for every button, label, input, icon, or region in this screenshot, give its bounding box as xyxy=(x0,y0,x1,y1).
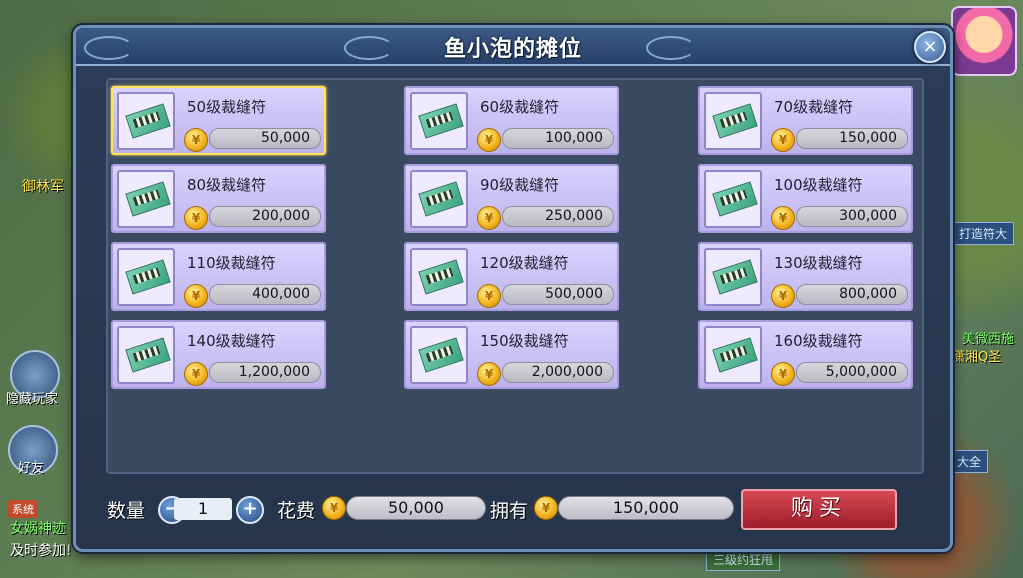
item-price: 150,000 xyxy=(796,128,908,149)
gold-coin-icon: ¥ xyxy=(477,362,501,386)
item-thumbnail xyxy=(704,92,762,150)
stall-window: 鱼小泡的摊位 × 50级裁缝符 ¥50,000 60级裁缝符 ¥100,000 70级裁… xyxy=(73,25,953,552)
item-name: 70级裁缝符 xyxy=(774,98,854,116)
quantity-input[interactable]: 1 xyxy=(174,498,232,520)
item-thumbnail xyxy=(410,170,468,228)
item-name: 160级裁缝符 xyxy=(774,332,863,350)
gold-coin-icon: ¥ xyxy=(534,496,558,520)
item-price: 1,200,000 xyxy=(209,362,321,383)
gold-coin-icon: ¥ xyxy=(771,128,795,152)
window-title: 鱼小泡的摊位 xyxy=(443,37,582,62)
cost-label: 花费 xyxy=(277,500,316,522)
chat-line: 及时参加! xyxy=(10,543,72,559)
tailor-talisman-icon xyxy=(418,337,464,373)
item-name: 50级裁缝符 xyxy=(187,98,267,116)
item-price: 100,000 xyxy=(502,128,614,149)
gold-coin-icon: ¥ xyxy=(771,284,795,308)
gold-coin-icon: ¥ xyxy=(771,362,795,386)
side-banner[interactable]: 大全 xyxy=(950,450,989,473)
stall-item[interactable]: 100级裁缝符 ¥300,000 xyxy=(698,164,913,233)
gold-coin-icon: ¥ xyxy=(322,496,346,520)
item-price: 2,000,000 xyxy=(502,362,614,383)
close-icon[interactable]: × xyxy=(914,31,946,63)
player-name-label: 美微西施 xyxy=(962,332,1015,347)
stall-item[interactable]: 50级裁缝符 ¥50,000 xyxy=(111,86,326,155)
item-thumbnail xyxy=(704,170,762,228)
side-banner[interactable]: 打造符大 xyxy=(952,222,1015,245)
tailor-talisman-icon xyxy=(418,259,464,295)
item-name: 100级裁缝符 xyxy=(774,176,863,194)
hide-players-label: 隐藏玩家 xyxy=(6,392,59,407)
player-avatar[interactable] xyxy=(951,6,1017,76)
item-grid: 50级裁缝符 ¥50,000 60级裁缝符 ¥100,000 70级裁缝符 ¥150,00… xyxy=(106,78,924,474)
buy-button[interactable]: 购买 xyxy=(741,489,897,530)
tailor-talisman-icon xyxy=(712,103,758,139)
tailor-talisman-icon xyxy=(712,181,758,217)
item-name: 80级裁缝符 xyxy=(187,176,267,194)
gold-coin-icon: ¥ xyxy=(184,206,208,230)
item-thumbnail xyxy=(704,248,762,306)
item-name: 140级裁缝符 xyxy=(187,332,276,350)
friends-label: 好友 xyxy=(18,461,45,476)
stall-item[interactable]: 140级裁缝符 ¥1,200,000 xyxy=(111,320,326,389)
tailor-talisman-icon xyxy=(125,181,171,217)
stall-item[interactable]: 130级裁缝符 ¥800,000 xyxy=(698,242,913,311)
item-thumbnail xyxy=(117,248,175,306)
purchase-bar: 数量 − 1 + 花费 ¥ 50,000 拥有 ¥ 150,000 购买 xyxy=(76,486,950,536)
tailor-talisman-icon xyxy=(418,103,464,139)
item-name: 110级裁缝符 xyxy=(187,254,276,272)
stall-item[interactable]: 90级裁缝符 ¥250,000 xyxy=(404,164,619,233)
item-thumbnail xyxy=(410,92,468,150)
quantity-label: 数量 xyxy=(107,500,146,522)
stall-item[interactable]: 160级裁缝符 ¥5,000,000 xyxy=(698,320,913,389)
item-name: 150级裁缝符 xyxy=(480,332,569,350)
tailor-talisman-icon xyxy=(712,337,758,373)
item-thumbnail xyxy=(410,326,468,384)
gold-coin-icon: ¥ xyxy=(477,128,501,152)
gold-coin-icon: ¥ xyxy=(184,284,208,308)
owned-label: 拥有 xyxy=(490,500,529,522)
item-price: 250,000 xyxy=(502,206,614,227)
player-name-label: 潇湘Q圣 xyxy=(952,350,1002,365)
gold-coin-icon: ¥ xyxy=(477,284,501,308)
item-thumbnail xyxy=(117,326,175,384)
item-thumbnail xyxy=(704,326,762,384)
item-price: 50,000 xyxy=(209,128,321,149)
tailor-talisman-icon xyxy=(125,337,171,373)
gold-coin-icon: ¥ xyxy=(771,206,795,230)
tailor-talisman-icon xyxy=(418,181,464,217)
item-price: 300,000 xyxy=(796,206,908,227)
item-name: 60级裁缝符 xyxy=(480,98,560,116)
title-bar: 鱼小泡的摊位 × xyxy=(76,28,950,66)
gold-coin-icon: ¥ xyxy=(477,206,501,230)
item-price: 500,000 xyxy=(502,284,614,305)
tailor-talisman-icon xyxy=(712,259,758,295)
stall-item[interactable]: 120级裁缝符 ¥500,000 xyxy=(404,242,619,311)
cost-value: 50,000 xyxy=(346,496,486,520)
stall-item[interactable]: 70级裁缝符 ¥150,000 xyxy=(698,86,913,155)
stall-item[interactable]: 150级裁缝符 ¥2,000,000 xyxy=(404,320,619,389)
system-channel-tag: 系统 xyxy=(8,500,38,518)
gold-coin-icon: ¥ xyxy=(184,362,208,386)
chat-line: 女娲神迹 xyxy=(10,521,66,537)
owned-value: 150,000 xyxy=(558,496,734,520)
stall-item[interactable]: 110级裁缝符 ¥400,000 xyxy=(111,242,326,311)
item-price: 5,000,000 xyxy=(796,362,908,383)
stall-item[interactable]: 80级裁缝符 ¥200,000 xyxy=(111,164,326,233)
item-thumbnail xyxy=(117,92,175,150)
item-thumbnail xyxy=(117,170,175,228)
tailor-talisman-icon xyxy=(125,103,171,139)
npc-name-label: 御林军 xyxy=(22,179,64,195)
tailor-talisman-icon xyxy=(125,259,171,295)
increase-quantity-button[interactable]: + xyxy=(236,496,264,524)
item-name: 120级裁缝符 xyxy=(480,254,569,272)
item-price: 400,000 xyxy=(209,284,321,305)
gold-coin-icon: ¥ xyxy=(184,128,208,152)
item-thumbnail xyxy=(410,248,468,306)
item-name: 90级裁缝符 xyxy=(480,176,560,194)
item-price: 800,000 xyxy=(796,284,908,305)
item-name: 130级裁缝符 xyxy=(774,254,863,272)
item-price: 200,000 xyxy=(209,206,321,227)
stall-item[interactable]: 60级裁缝符 ¥100,000 xyxy=(404,86,619,155)
